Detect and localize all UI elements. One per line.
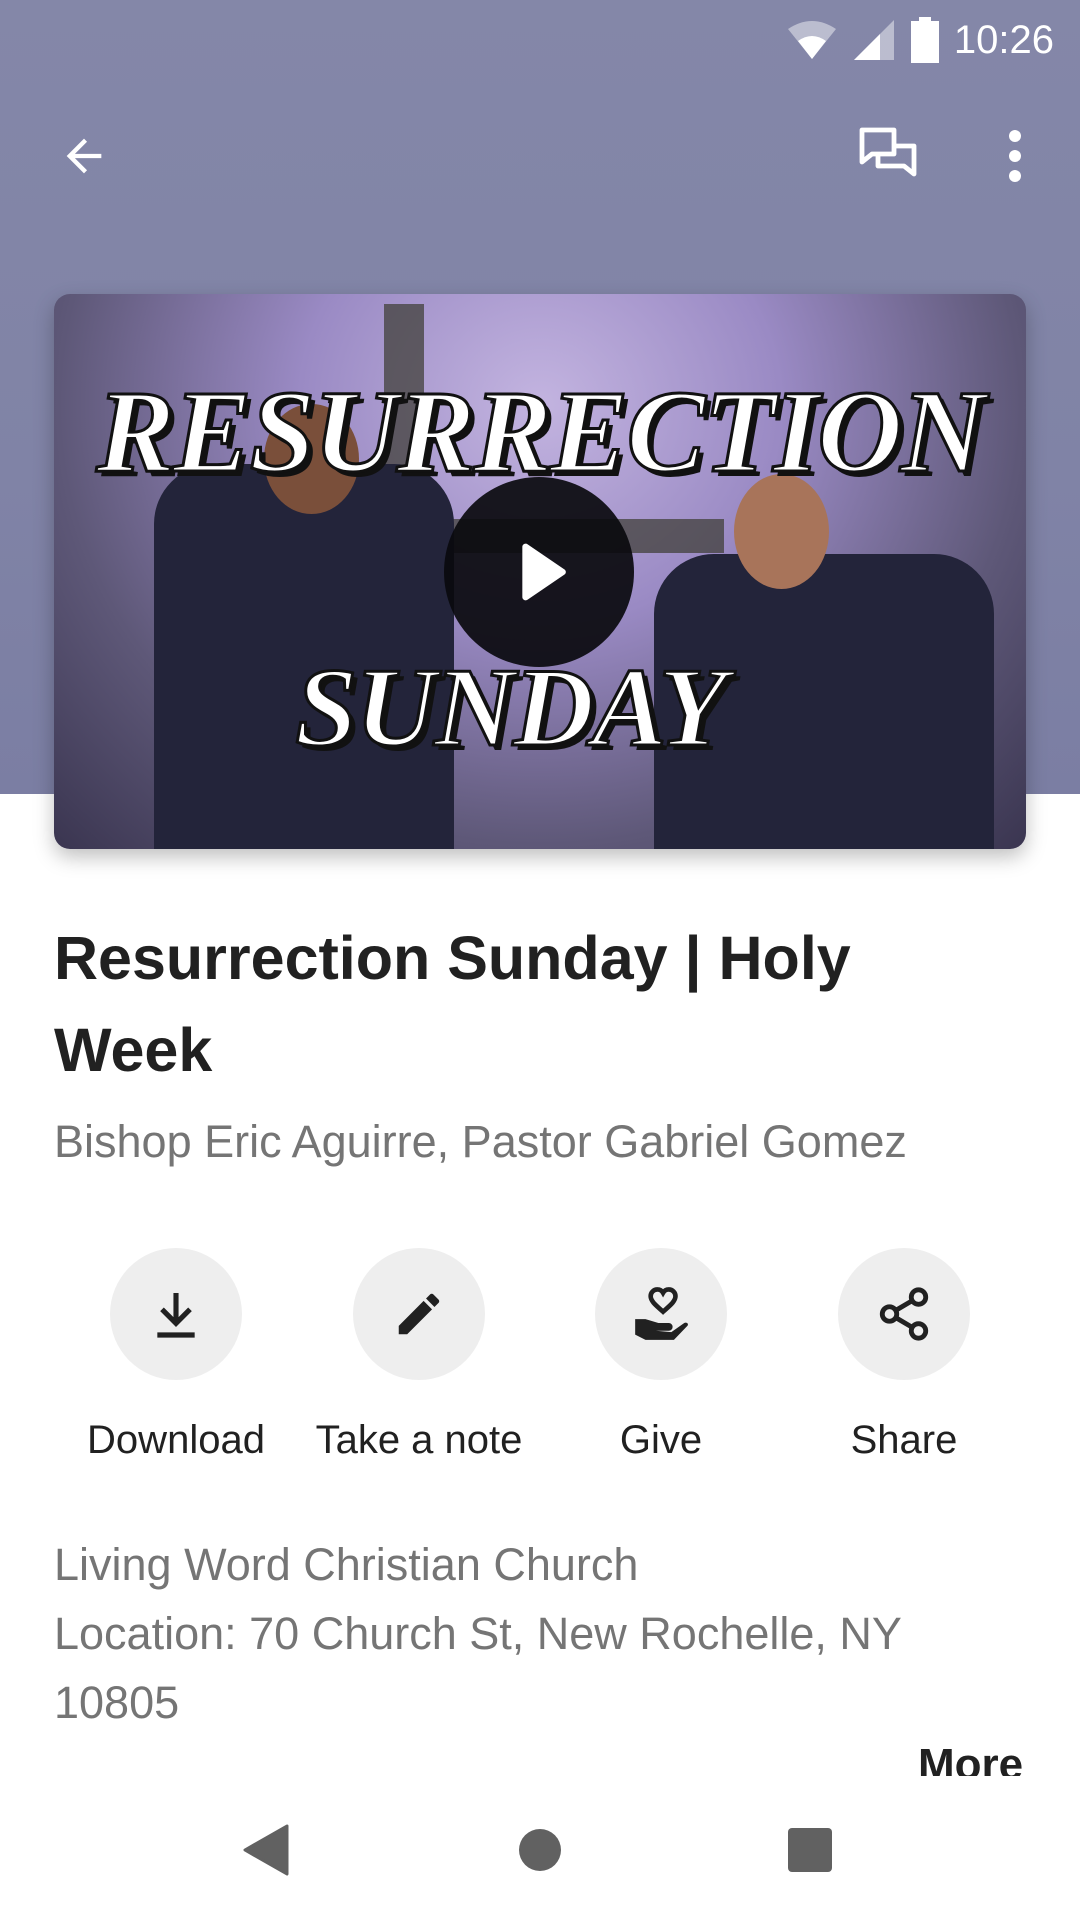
arrow-back-icon bbox=[66, 138, 102, 174]
chat-button[interactable] bbox=[846, 110, 930, 202]
system-nav-bar bbox=[0, 1778, 1080, 1920]
download-button[interactable]: Download bbox=[46, 1248, 306, 1463]
play-icon bbox=[522, 543, 566, 601]
sermon-speakers: Bishop Eric Aguirre, Pastor Gabriel Gome… bbox=[54, 1116, 907, 1167]
church-location: Location: 70 Church St, New Rochelle, NY… bbox=[54, 1608, 902, 1728]
nav-recents-icon[interactable] bbox=[787, 1827, 833, 1873]
more-options-button[interactable] bbox=[980, 110, 1050, 202]
download-label: Download bbox=[87, 1418, 265, 1462]
download-icon bbox=[157, 1293, 195, 1338]
battery-icon bbox=[910, 17, 939, 63]
back-button[interactable] bbox=[44, 110, 124, 202]
video-thumbnail[interactable]: RESURRECTION SUNDAY bbox=[54, 294, 1026, 849]
share-button[interactable]: Share bbox=[774, 1248, 1034, 1463]
more-vert-icon bbox=[1009, 130, 1021, 182]
play-button[interactable] bbox=[444, 477, 634, 667]
wifi-icon bbox=[787, 21, 836, 59]
app-bar bbox=[0, 110, 1080, 202]
give-hand-heart-icon bbox=[635, 1287, 688, 1340]
nav-home-icon[interactable] bbox=[518, 1828, 562, 1872]
take-note-label: Take a note bbox=[315, 1418, 523, 1462]
status-bar: 10:26 bbox=[786, 0, 1080, 80]
cell-signal-icon bbox=[853, 20, 894, 60]
share-label: Share bbox=[850, 1418, 958, 1462]
church-name: Living Word Christian Church bbox=[54, 1539, 639, 1590]
church-info: Living Word Christian Church Location: 7… bbox=[54, 1530, 1034, 1737]
sermon-title: Resurrection Sunday | Holy Week bbox=[54, 924, 851, 1084]
pencil-icon bbox=[398, 1293, 440, 1335]
more-button[interactable]: More bbox=[918, 1740, 1023, 1776]
clock: 10:26 bbox=[953, 17, 1054, 62]
share-icon bbox=[879, 1287, 929, 1341]
nav-back-icon[interactable] bbox=[243, 1824, 289, 1876]
take-note-button[interactable]: Take a note bbox=[289, 1248, 549, 1463]
chat-bubbles-icon bbox=[859, 127, 917, 177]
give-button[interactable]: Give bbox=[531, 1248, 791, 1463]
give-label: Give bbox=[619, 1418, 703, 1462]
